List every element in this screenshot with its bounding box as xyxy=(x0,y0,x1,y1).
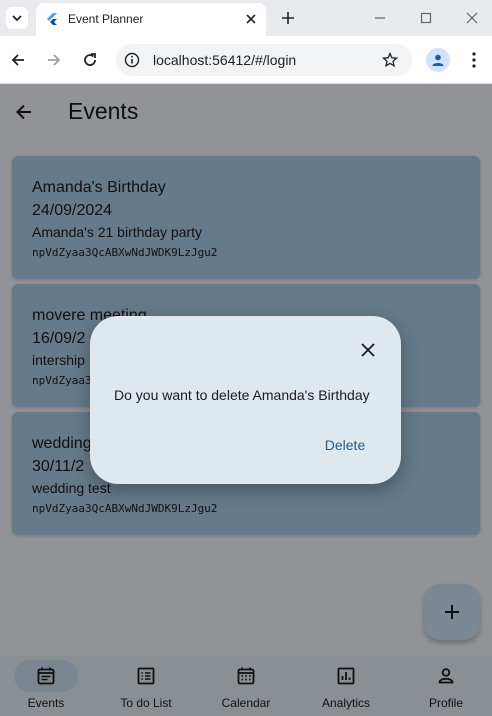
profile-button[interactable] xyxy=(426,48,450,72)
url-text[interactable]: localhost:56412/#/login xyxy=(153,52,296,68)
reload-button[interactable] xyxy=(78,48,102,72)
close-icon xyxy=(466,12,478,24)
person-icon xyxy=(432,54,444,66)
address-bar[interactable]: localhost:56412/#/login xyxy=(116,44,412,76)
browser-toolbar: localhost:56412/#/login xyxy=(0,36,492,84)
dialog-close-button[interactable] xyxy=(356,338,380,362)
close-icon xyxy=(361,343,375,357)
dialog-message: Do you want to delete Amanda's Birthday xyxy=(114,387,370,403)
window-close-button[interactable] xyxy=(462,8,482,28)
flutter-icon xyxy=(47,13,57,25)
close-icon xyxy=(246,14,256,24)
chevron-down-icon xyxy=(12,15,22,22)
new-tab-button[interactable] xyxy=(278,8,298,28)
delete-button[interactable]: Delete xyxy=(312,428,378,462)
reload-icon xyxy=(84,53,96,66)
maximize-icon xyxy=(420,12,432,24)
arrow-right-icon xyxy=(48,54,61,66)
minimize-button[interactable] xyxy=(370,8,390,28)
star-icon xyxy=(382,52,398,68)
site-info-button[interactable] xyxy=(122,50,142,70)
forward-button[interactable] xyxy=(42,48,66,72)
browser-menu-button[interactable] xyxy=(464,48,484,72)
plus-icon xyxy=(282,12,294,24)
browser-tab[interactable]: Event Planner xyxy=(36,3,266,36)
info-icon xyxy=(124,52,140,68)
arrow-left-icon xyxy=(11,54,24,66)
delete-confirm-dialog: Do you want to delete Amanda's Birthday … xyxy=(90,316,401,484)
app-viewport: Events Amanda's Birthday 24/09/2024 Aman… xyxy=(0,84,492,716)
maximize-button[interactable] xyxy=(416,8,436,28)
tab-close-button[interactable] xyxy=(242,10,260,28)
more-vert-icon xyxy=(472,52,476,68)
minimize-icon xyxy=(375,17,385,19)
bookmark-button[interactable] xyxy=(380,50,400,70)
tab-title: Event Planner xyxy=(68,12,144,26)
browser-tabstrip: Event Planner xyxy=(0,0,492,36)
back-button[interactable] xyxy=(6,48,30,72)
tab-search-button[interactable] xyxy=(6,7,28,29)
